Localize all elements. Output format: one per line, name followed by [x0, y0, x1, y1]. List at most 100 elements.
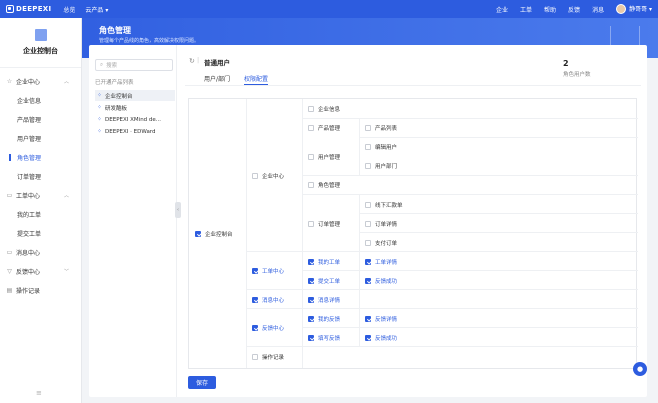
- grid-icon: ⁘: [97, 128, 103, 135]
- checkbox[interactable]: [195, 231, 201, 237]
- chevron-down-icon: ﹀: [63, 269, 69, 275]
- sidebar-item-roles[interactable]: 角色管理: [0, 148, 81, 167]
- nav-messages[interactable]: 消息: [592, 5, 604, 14]
- perm-feedback-detail[interactable]: 反馈详情: [365, 315, 397, 323]
- perm-root[interactable]: 企业控制台: [195, 230, 233, 238]
- perm-order-detail[interactable]: 订单详情: [365, 220, 397, 228]
- checkbox[interactable]: [252, 268, 258, 274]
- sidebar-item-users[interactable]: 用户管理: [0, 129, 81, 148]
- checkbox[interactable]: [308, 125, 314, 131]
- tree-node[interactable]: ⁘ DEEPEXI · EDWard: [95, 126, 175, 137]
- tab-users-departments[interactable]: 用户/部门: [204, 74, 230, 83]
- perm-ticket-success[interactable]: 反馈成功: [365, 277, 397, 285]
- tab-permissions[interactable]: 权限配置: [244, 74, 269, 85]
- checkbox[interactable]: [365, 202, 371, 208]
- perm-edit-user[interactable]: 编辑用户: [365, 143, 397, 151]
- perm-operation-log[interactable]: 操作记录: [252, 353, 284, 361]
- tree-caption: 已开通产品列表: [95, 80, 134, 86]
- user-menu[interactable]: 静哥哥 ▾: [616, 4, 652, 15]
- sidebar-group-enterprise[interactable]: ☆ 企业中心 ︿: [0, 72, 81, 91]
- perm-submit-ticket[interactable]: 提交工单: [308, 277, 340, 285]
- sidebar-item-enterprise-info[interactable]: 企业信息: [0, 91, 81, 110]
- perm-product-mgmt[interactable]: 产品管理: [308, 124, 340, 132]
- grid-icon: ⁘: [97, 92, 103, 99]
- checkbox[interactable]: [365, 163, 371, 169]
- checkbox[interactable]: [252, 173, 258, 179]
- product-tree: ⌕ 搜索 已开通产品列表 ⁘ 企业控制台 ⁘ 研发酷板 ⁘ DEEPEXI XMind …: [89, 45, 177, 397]
- nav-overview[interactable]: 总览: [63, 5, 75, 14]
- checkbox[interactable]: [365, 316, 371, 322]
- tree-collapse-handle[interactable]: ‹: [175, 202, 181, 218]
- top-bar: DEEPEXI 总览 云产品 ▾ 企业 工单 帮助 反馈 消息 静哥哥 ▾: [0, 0, 658, 18]
- checkbox[interactable]: [365, 240, 371, 246]
- search-input[interactable]: ⌕ 搜索: [95, 59, 173, 71]
- sidebar-item-products[interactable]: 产品管理: [0, 110, 81, 129]
- checkbox[interactable]: [252, 325, 258, 331]
- checkbox[interactable]: [252, 354, 258, 360]
- nav-cloud-products[interactable]: 云产品 ▾: [85, 5, 108, 14]
- perm-message-center[interactable]: 消息中心: [252, 296, 284, 304]
- checkbox[interactable]: [308, 154, 314, 160]
- nav-help[interactable]: 帮助: [544, 5, 556, 14]
- sidebar-title: 企业控制台: [23, 47, 58, 55]
- perm-offline-remit[interactable]: 线下汇款单: [365, 201, 403, 209]
- sidebar-item-orders[interactable]: 订单管理: [0, 167, 81, 186]
- brand-logo[interactable]: DEEPEXI: [6, 5, 51, 13]
- perm-order-mgmt[interactable]: 订单管理: [308, 220, 340, 228]
- checkbox[interactable]: [365, 278, 371, 284]
- checkbox[interactable]: [365, 144, 371, 150]
- checkbox[interactable]: [308, 259, 314, 265]
- perm-user-department[interactable]: 用户部门: [365, 162, 397, 170]
- checkbox[interactable]: [308, 221, 314, 227]
- perm-ticket-detail[interactable]: 工单详情: [365, 258, 397, 266]
- checkbox[interactable]: [308, 278, 314, 284]
- checkbox[interactable]: [308, 106, 314, 112]
- checkbox[interactable]: [308, 297, 314, 303]
- perm-my-tickets[interactable]: 我的工单: [308, 258, 340, 266]
- log-icon: ▤: [6, 287, 13, 294]
- perm-ticket-center[interactable]: 工单中心: [252, 267, 284, 275]
- checkbox[interactable]: [308, 316, 314, 322]
- perm-feedback-center[interactable]: 反馈中心: [252, 324, 284, 332]
- role-user-count: 2: [563, 59, 569, 68]
- chat-support-icon[interactable]: ●: [633, 362, 647, 376]
- checkbox[interactable]: [308, 335, 314, 341]
- perm-fill-feedback[interactable]: 填写反馈: [308, 334, 340, 342]
- tree-node[interactable]: ⁘ 企业控制台: [95, 90, 175, 101]
- checkbox[interactable]: [252, 297, 258, 303]
- perm-enterprise-center[interactable]: 企业中心: [252, 172, 284, 180]
- feedback-icon: ▽: [7, 268, 12, 275]
- perm-product-list[interactable]: 产品列表: [365, 124, 397, 132]
- sidebar-group-messages[interactable]: ▭ 消息中心: [0, 243, 81, 262]
- sidebar-collapse-icon[interactable]: ≡: [36, 389, 42, 397]
- perm-my-feedback[interactable]: 我的反馈: [308, 315, 340, 323]
- checkbox[interactable]: [365, 259, 371, 265]
- perm-feedback-success[interactable]: 反馈成功: [365, 334, 397, 342]
- sidebar-group-logs[interactable]: ▤ 操作记录: [0, 281, 81, 300]
- nav-enterprise[interactable]: 企业: [496, 5, 508, 14]
- role-name: 普通用户: [204, 59, 230, 67]
- checkbox[interactable]: [365, 221, 371, 227]
- building-icon: [34, 29, 47, 41]
- nav-tickets[interactable]: 工单: [520, 5, 532, 14]
- chevron-up-icon: ︿: [63, 79, 69, 85]
- tree-node[interactable]: ⁘ DEEPEXI XMind de...: [95, 114, 175, 125]
- checkbox[interactable]: [365, 335, 371, 341]
- refresh-icon[interactable]: ↻: [189, 57, 195, 65]
- perm-enterprise-info[interactable]: 企业信息: [308, 105, 340, 113]
- page-subtitle: 管理每个产品线的角色，高效解决权限问题。: [99, 38, 200, 44]
- perm-user-mgmt[interactable]: 用户管理: [308, 153, 340, 161]
- tree-node[interactable]: ⁘ 研发酷板: [95, 102, 175, 113]
- logo-icon: [6, 5, 14, 13]
- nav-feedback[interactable]: 反馈: [568, 5, 580, 14]
- perm-pay-order[interactable]: 支付订单: [365, 239, 397, 247]
- perm-role-mgmt[interactable]: 角色管理: [308, 181, 340, 189]
- save-button[interactable]: 保存: [188, 376, 216, 389]
- checkbox[interactable]: [365, 125, 371, 131]
- sidebar-group-tickets[interactable]: ▭ 工单中心 ︿: [0, 186, 81, 205]
- sidebar-item-my-tickets[interactable]: 我的工单: [0, 205, 81, 224]
- checkbox[interactable]: [308, 182, 314, 188]
- sidebar-group-feedback[interactable]: ▽ 反馈中心 ﹀: [0, 262, 81, 281]
- sidebar-item-submit-ticket[interactable]: 提交工单: [0, 224, 81, 243]
- perm-message-detail[interactable]: 消息详情: [308, 296, 340, 304]
